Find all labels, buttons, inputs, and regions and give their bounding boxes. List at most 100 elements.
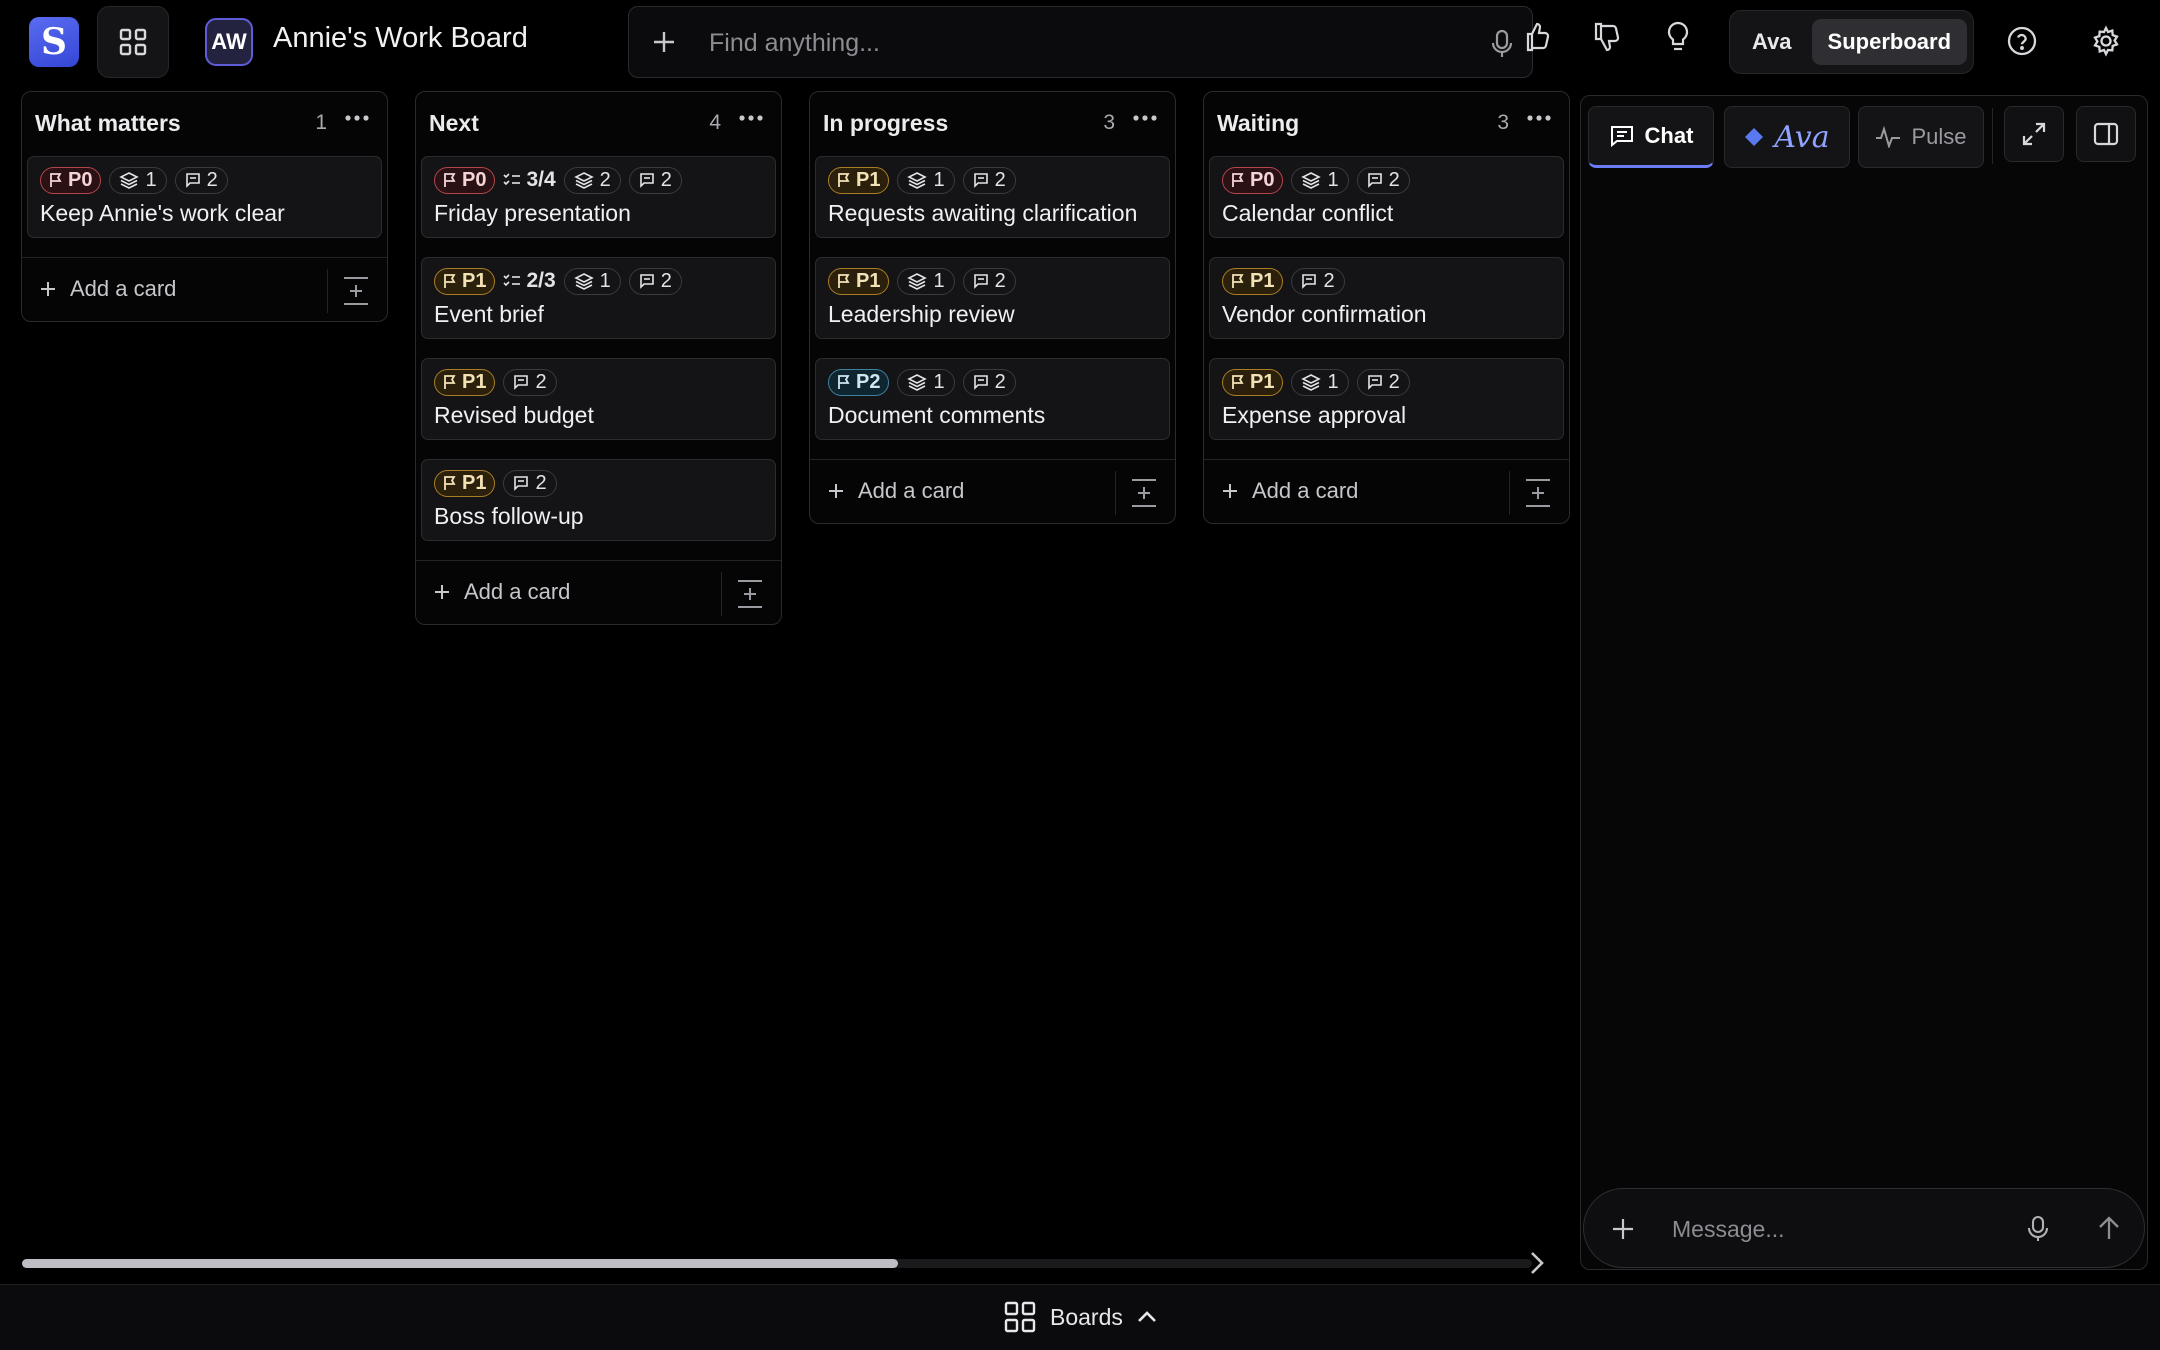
pulse-icon — [1876, 126, 1901, 148]
mode-superboard[interactable]: Superboard — [1811, 19, 1968, 65]
card[interactable]: P1 1 2 Expense approval — [1209, 358, 1564, 440]
horizontal-scrollbar[interactable] — [22, 1259, 1532, 1268]
layers-icon — [907, 172, 928, 189]
boards-switcher-button[interactable]: Boards — [1004, 1301, 1157, 1333]
chevron-up-icon — [1137, 1311, 1156, 1322]
comments-count: 2 — [1388, 168, 1400, 191]
insert-template-button[interactable] — [721, 572, 777, 616]
layers-icon — [907, 273, 928, 290]
sidebar-icon — [2093, 122, 2119, 146]
help-icon[interactable] — [2006, 25, 2038, 57]
comments-count: 2 — [994, 269, 1006, 292]
subtasks-chip: 1 — [897, 368, 955, 396]
insert-template-button[interactable] — [1509, 471, 1565, 515]
toggle-sidebar-button[interactable] — [2076, 106, 2136, 162]
logo-letter: S — [41, 21, 67, 63]
plus-icon — [1223, 484, 1237, 498]
column-waiting: Waiting 3 P0 1 2 Calendar conflict P1 2 … — [1203, 91, 1570, 524]
top-bar: S AW Annie's Work Board Ava Superboard — [0, 0, 2160, 84]
plus-icon[interactable] — [649, 27, 679, 57]
board-avatar[interactable]: AW — [205, 18, 253, 66]
more-icon[interactable] — [739, 114, 763, 122]
column-title: What matters — [35, 110, 181, 136]
subtasks-chip: 1 — [897, 267, 955, 295]
more-icon[interactable] — [1527, 114, 1551, 122]
microphone-icon[interactable] — [1490, 29, 1514, 59]
card[interactable]: P0 1 2 Calendar conflict — [1209, 156, 1564, 238]
app-logo[interactable]: S — [29, 17, 79, 67]
send-arrow-icon[interactable] — [2097, 1214, 2121, 1242]
subtasks-chip: 1 — [563, 267, 621, 295]
apps-grid-button[interactable] — [97, 6, 169, 78]
layers-icon — [119, 172, 140, 189]
comment-icon — [514, 375, 529, 390]
insert-between-icon — [1525, 479, 1550, 507]
add-card-button[interactable]: Add a card — [826, 478, 964, 504]
comments-chip: 2 — [1356, 166, 1410, 194]
search-bar[interactable] — [628, 6, 1533, 78]
mode-ava[interactable]: Ava — [1736, 19, 1808, 65]
board-title[interactable]: Annie's Work Board — [273, 22, 528, 55]
priority-label: P1 — [462, 269, 487, 292]
thumbs-up-icon[interactable] — [1524, 20, 1550, 54]
comments-count: 2 — [206, 168, 218, 191]
priority-label: P0 — [68, 168, 93, 191]
checklist-count: 3/4 — [526, 168, 556, 191]
plus-icon — [435, 585, 449, 599]
tab-chat[interactable]: Chat — [1588, 106, 1714, 168]
checklist-icon — [503, 173, 521, 186]
column-count: 4 — [709, 111, 721, 134]
priority-badge: P1 — [828, 166, 890, 194]
card[interactable]: P1 2 Vendor confirmation — [1209, 257, 1564, 339]
tab-pulse[interactable]: Pulse — [1858, 106, 1984, 168]
comment-icon — [973, 375, 988, 390]
card[interactable]: P2 1 2 Document comments — [815, 358, 1170, 440]
grid-icon — [1004, 1301, 1036, 1333]
card-title: Revised budget — [434, 402, 594, 428]
card[interactable]: P0 3/4 2 2 Friday presentation — [421, 156, 776, 238]
thumbs-down-icon[interactable] — [1592, 20, 1622, 54]
message-input[interactable] — [1672, 1207, 2002, 1251]
priority-label: P1 — [462, 370, 487, 393]
layers-icon — [573, 273, 594, 290]
plus-icon[interactable] — [1610, 1216, 1636, 1242]
checklist-count: 2/3 — [526, 269, 556, 292]
comments-chip: 2 — [503, 368, 557, 396]
add-card-button[interactable]: Add a card — [432, 579, 570, 605]
flag-icon — [444, 274, 456, 288]
tab-ava[interactable]: Ava — [1724, 106, 1850, 168]
flag-icon — [50, 173, 62, 187]
expand-panel-button[interactable] — [2004, 106, 2064, 162]
more-icon[interactable] — [1133, 114, 1157, 122]
card[interactable]: P1 2 Revised budget — [421, 358, 776, 440]
subtasks-chip: 1 — [897, 166, 955, 194]
card[interactable]: P1 1 2 Leadership review — [815, 257, 1170, 339]
tab-label: Chat — [1644, 123, 1694, 148]
priority-label: P1 — [856, 269, 881, 292]
priority-badge: P1 — [1222, 368, 1284, 396]
add-card-label: Add a card — [70, 276, 177, 301]
flag-icon — [838, 274, 850, 288]
lightbulb-icon[interactable] — [1665, 20, 1691, 54]
tab-label: Ava — [1774, 119, 1830, 155]
insert-template-button[interactable] — [327, 269, 383, 313]
add-card-button[interactable]: Add a card — [1220, 478, 1358, 504]
chevron-right-icon[interactable] — [1528, 1250, 1546, 1276]
chat-icon — [1610, 126, 1633, 148]
card[interactable]: P1 2/3 1 2 Event brief — [421, 257, 776, 339]
subtasks-count: 1 — [1327, 370, 1339, 393]
comments-chip: 2 — [1356, 368, 1410, 396]
more-icon[interactable] — [345, 114, 369, 122]
scrollbar-thumb[interactable] — [22, 1259, 898, 1268]
card[interactable]: P0 1 2 Keep Annie's work clear — [27, 156, 382, 238]
microphone-icon[interactable] — [2027, 1215, 2049, 1243]
card[interactable]: P1 1 2 Requests awaiting clarification — [815, 156, 1170, 238]
comments-chip: 2 — [962, 267, 1016, 295]
search-input[interactable] — [709, 21, 1429, 65]
mode-toggle[interactable]: Ava Superboard — [1729, 10, 1974, 74]
add-card-button[interactable]: Add a card — [38, 276, 176, 302]
card[interactable]: P1 2 Boss follow-up — [421, 459, 776, 541]
gear-icon[interactable] — [2090, 25, 2122, 57]
insert-template-button[interactable] — [1115, 471, 1171, 515]
subtasks-count: 1 — [599, 269, 611, 292]
